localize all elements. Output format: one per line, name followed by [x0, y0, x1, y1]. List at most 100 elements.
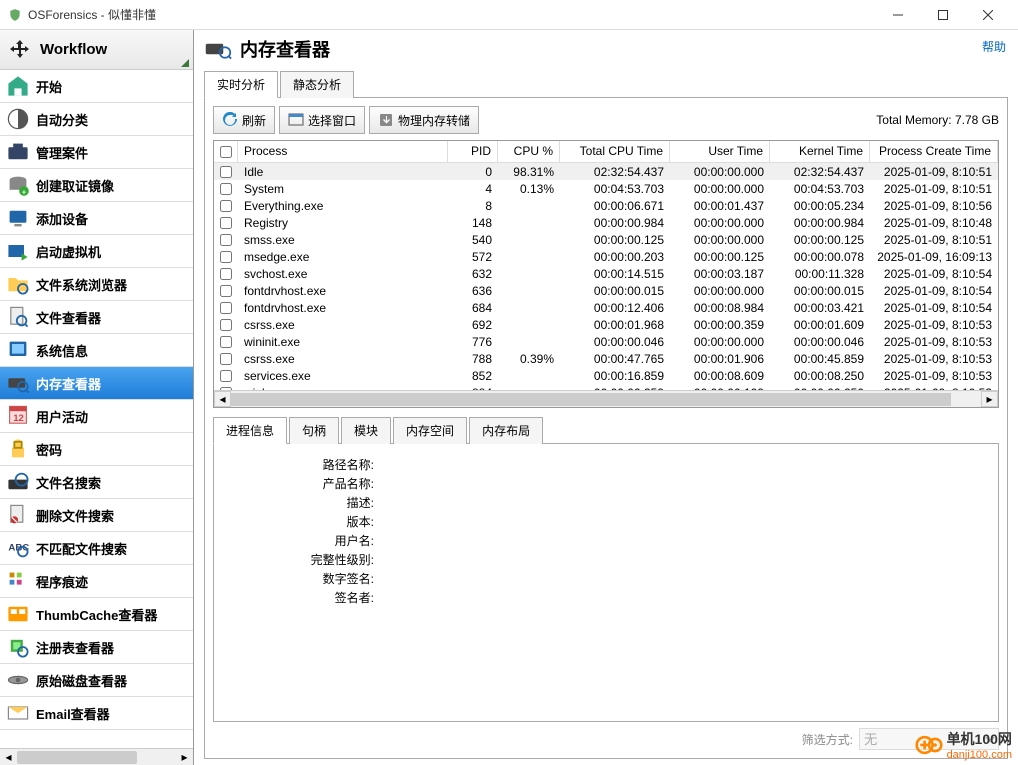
- sidebar-item-label: 密码: [36, 440, 62, 459]
- detail-tab-4[interactable]: 内存布局: [469, 417, 543, 444]
- sidebar-item-13[interactable]: 删除文件搜索: [0, 499, 193, 532]
- sidebar-item-18[interactable]: 原始磁盘查看器: [0, 664, 193, 697]
- row-checkbox[interactable]: [220, 234, 232, 246]
- sidebar-icon-3: +: [6, 175, 30, 195]
- sidebar-item-16[interactable]: ThumbCache查看器: [0, 598, 193, 631]
- sidebar: Workflow 开始自动分类管理案件+创建取证镜像添加设备启动虚拟机文件系统浏…: [0, 30, 194, 765]
- col-total-cpu[interactable]: Total CPU Time: [560, 141, 670, 162]
- table-row[interactable]: System40.13%00:04:53.70300:00:00.00000:0…: [214, 180, 998, 197]
- row-checkbox[interactable]: [220, 183, 232, 195]
- sidebar-icon-11: [6, 439, 30, 459]
- sidebar-item-8[interactable]: 系统信息: [0, 334, 193, 367]
- main-tab-1[interactable]: 静态分析: [280, 71, 354, 98]
- col-process[interactable]: Process: [238, 141, 448, 162]
- select-all-checkbox[interactable]: [220, 146, 232, 158]
- row-checkbox[interactable]: [220, 166, 232, 178]
- row-checkbox[interactable]: [220, 217, 232, 229]
- sidebar-item-10[interactable]: 12 用户活动: [0, 400, 193, 433]
- table-row[interactable]: Registry14800:00:00.98400:00:00.00000:00…: [214, 214, 998, 231]
- detail-tab-3[interactable]: 内存空间: [393, 417, 467, 444]
- total-memory-label: Total Memory: 7.78 GB: [876, 113, 999, 127]
- sidebar-item-12[interactable]: 文件名搜索: [0, 466, 193, 499]
- detail-label: 版本:: [234, 513, 374, 530]
- table-row[interactable]: services.exe85200:00:16.85900:00:08.6090…: [214, 367, 998, 384]
- col-cpu[interactable]: CPU %: [498, 141, 560, 162]
- table-row[interactable]: Everything.exe800:00:06.67100:00:01.4370…: [214, 197, 998, 214]
- row-checkbox[interactable]: [220, 200, 232, 212]
- sidebar-scrollbar[interactable]: ◂ ▸: [0, 748, 193, 765]
- svg-text:+: +: [22, 188, 26, 197]
- table-row[interactable]: smss.exe54000:00:00.12500:00:00.00000:00…: [214, 231, 998, 248]
- row-checkbox[interactable]: [220, 319, 232, 331]
- row-checkbox[interactable]: [220, 336, 232, 348]
- row-checkbox[interactable]: [220, 285, 232, 297]
- detail-label: 数字签名:: [234, 570, 374, 587]
- sidebar-item-2[interactable]: 管理案件: [0, 136, 193, 169]
- row-checkbox[interactable]: [220, 353, 232, 365]
- sidebar-item-19[interactable]: Email查看器: [0, 697, 193, 730]
- detail-tab-2[interactable]: 模块: [341, 417, 391, 444]
- table-row[interactable]: fontdrvhost.exe68400:00:12.40600:00:08.9…: [214, 299, 998, 316]
- table-row[interactable]: svchost.exe63200:00:14.51500:00:03.18700…: [214, 265, 998, 282]
- detail-label: 路径名称:: [234, 456, 374, 473]
- table-row[interactable]: wininit.exe77600:00:00.04600:00:00.00000…: [214, 333, 998, 350]
- scroll-left-icon[interactable]: ◂: [0, 749, 17, 765]
- sidebar-item-label: 开始: [36, 77, 62, 96]
- col-kernel-time[interactable]: Kernel Time: [770, 141, 870, 162]
- maximize-button[interactable]: [920, 0, 965, 29]
- minimize-button[interactable]: [875, 0, 920, 29]
- workflow-icon: [8, 38, 32, 62]
- sidebar-icon-4: [6, 208, 30, 228]
- table-row[interactable]: csrss.exe69200:00:01.96800:00:00.35900:0…: [214, 316, 998, 333]
- col-user-time[interactable]: User Time: [670, 141, 770, 162]
- sidebar-item-0[interactable]: 开始: [0, 70, 193, 103]
- detail-tab-1[interactable]: 句柄: [289, 417, 339, 444]
- table-row[interactable]: fontdrvhost.exe63600:00:00.01500:00:00.0…: [214, 282, 998, 299]
- row-checkbox[interactable]: [220, 302, 232, 314]
- close-button[interactable]: [965, 0, 1010, 29]
- watermark-title: 单机100网: [947, 729, 1012, 749]
- scroll-right-icon[interactable]: ▸: [981, 391, 998, 407]
- help-link[interactable]: 帮助: [982, 38, 1006, 55]
- sidebar-item-9[interactable]: 内存查看器: [0, 367, 193, 400]
- row-checkbox[interactable]: [220, 268, 232, 280]
- sidebar-item-7[interactable]: 文件查看器: [0, 301, 193, 334]
- table-scrollbar[interactable]: ◂ ▸: [214, 390, 998, 407]
- sidebar-item-label: 内存查看器: [36, 374, 101, 393]
- watermark-url: danji100.com: [947, 749, 1012, 761]
- page-title: 内存查看器: [240, 36, 330, 62]
- table-row[interactable]: csrss.exe7880.39%00:00:47.76500:00:01.90…: [214, 350, 998, 367]
- sidebar-icon-12: [6, 472, 30, 492]
- sidebar-icon-5: [6, 241, 30, 261]
- sidebar-icon-2: [6, 142, 30, 162]
- sidebar-item-label: 文件系统浏览器: [36, 275, 127, 294]
- sidebar-item-label: 用户活动: [36, 407, 88, 426]
- select-window-button[interactable]: 选择窗口: [279, 106, 365, 134]
- sidebar-item-5[interactable]: 启动虚拟机: [0, 235, 193, 268]
- sidebar-item-1[interactable]: 自动分类: [0, 103, 193, 136]
- scroll-left-icon[interactable]: ◂: [214, 391, 231, 407]
- col-pid[interactable]: PID: [448, 141, 498, 162]
- sidebar-item-4[interactable]: 添加设备: [0, 202, 193, 235]
- table-row[interactable]: Idle098.31%02:32:54.43700:00:00.00002:32…: [214, 163, 998, 180]
- col-create-time[interactable]: Process Create Time: [870, 141, 998, 162]
- row-checkbox[interactable]: [220, 370, 232, 382]
- select-window-icon: [288, 112, 304, 128]
- row-checkbox[interactable]: [220, 251, 232, 263]
- sidebar-item-15[interactable]: 程序痕迹: [0, 565, 193, 598]
- sidebar-item-label: 系统信息: [36, 341, 88, 360]
- phys-dump-button[interactable]: 物理内存转储: [369, 106, 479, 134]
- sidebar-item-14[interactable]: ABC不匹配文件搜索: [0, 532, 193, 565]
- sidebar-item-17[interactable]: 注册表查看器: [0, 631, 193, 664]
- main-tab-0[interactable]: 实时分析: [204, 71, 278, 98]
- sidebar-header[interactable]: Workflow: [0, 30, 193, 70]
- scroll-right-icon[interactable]: ▸: [176, 749, 193, 765]
- sidebar-item-6[interactable]: 文件系统浏览器: [0, 268, 193, 301]
- sidebar-item-3[interactable]: +创建取证镜像: [0, 169, 193, 202]
- detail-tab-0[interactable]: 进程信息: [213, 417, 287, 444]
- table-row[interactable]: msedge.exe57200:00:00.20300:00:00.12500:…: [214, 248, 998, 265]
- sidebar-item-11[interactable]: 密码: [0, 433, 193, 466]
- sidebar-icon-7: [6, 307, 30, 327]
- svg-text:12: 12: [13, 413, 24, 424]
- refresh-button[interactable]: 刷新: [213, 106, 275, 134]
